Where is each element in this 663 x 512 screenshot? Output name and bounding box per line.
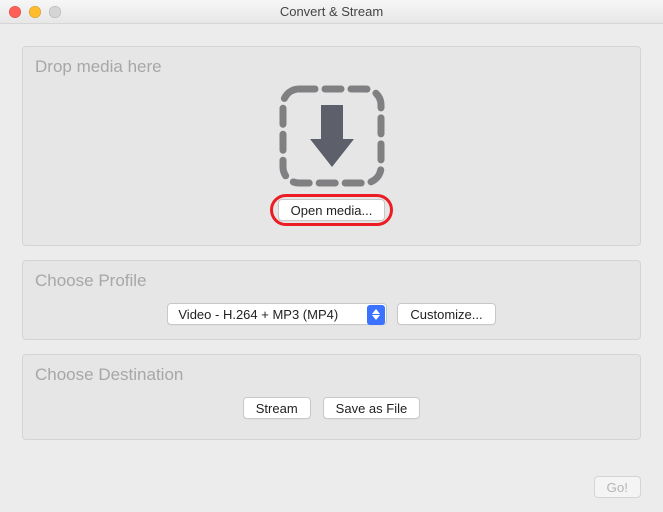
drop-target-icon[interactable] bbox=[277, 83, 387, 189]
choose-destination-title: Choose Destination bbox=[35, 365, 183, 385]
choose-profile-panel: Choose Profile Video - H.264 + MP3 (MP4)… bbox=[22, 260, 641, 340]
open-media-wrap: Open media... bbox=[278, 199, 386, 221]
go-button: Go! bbox=[594, 476, 641, 498]
profile-row: Video - H.264 + MP3 (MP4) Customize... bbox=[23, 303, 640, 325]
select-arrows-icon bbox=[367, 305, 385, 325]
profile-select[interactable]: Video - H.264 + MP3 (MP4) bbox=[167, 303, 387, 325]
destination-row: Stream Save as File bbox=[23, 397, 640, 419]
window-titlebar: Convert & Stream bbox=[0, 0, 663, 24]
open-media-button[interactable]: Open media... bbox=[278, 199, 386, 221]
choose-destination-panel: Choose Destination Stream Save as File bbox=[22, 354, 641, 440]
minimize-icon[interactable] bbox=[29, 6, 41, 18]
close-icon[interactable] bbox=[9, 6, 21, 18]
content: Drop media here Open media... Choose Pro… bbox=[0, 24, 663, 462]
customize-button[interactable]: Customize... bbox=[397, 303, 495, 325]
window-title: Convert & Stream bbox=[0, 4, 663, 19]
traffic-lights bbox=[0, 6, 61, 18]
profile-selected-label: Video - H.264 + MP3 (MP4) bbox=[178, 307, 338, 322]
save-as-file-button[interactable]: Save as File bbox=[323, 397, 421, 419]
footer: Go! bbox=[594, 476, 641, 498]
drop-media-panel[interactable]: Drop media here Open media... bbox=[22, 46, 641, 246]
zoom-icon bbox=[49, 6, 61, 18]
choose-profile-title: Choose Profile bbox=[35, 271, 147, 291]
drop-media-title: Drop media here bbox=[35, 57, 162, 77]
stream-button[interactable]: Stream bbox=[243, 397, 311, 419]
